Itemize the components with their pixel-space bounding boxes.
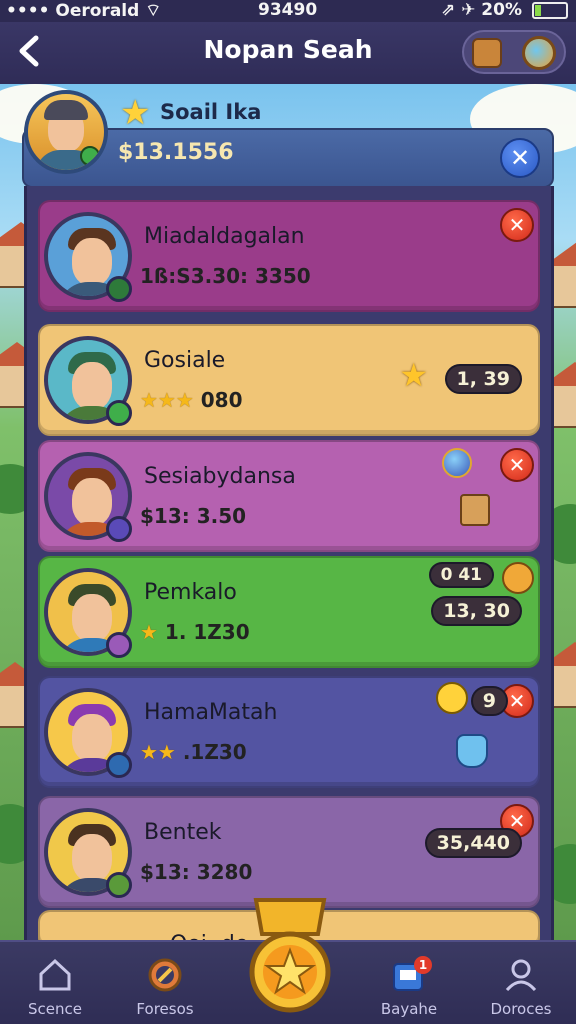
star-icon: ★ xyxy=(120,93,151,133)
player-score: $13: 3.50 xyxy=(140,504,246,528)
battery-icon xyxy=(532,2,568,19)
shield-icon[interactable] xyxy=(456,734,488,768)
app-header: Nopan Seah xyxy=(0,22,576,84)
player-name: Bentek xyxy=(144,820,222,845)
reward-pill: 9 xyxy=(470,686,508,716)
battery-percent: ⇗ ✈ 20% xyxy=(440,0,522,20)
nav-label: Doroces xyxy=(490,1000,552,1018)
list-item[interactable]: Miadaldagalan 1ß:S3.30: 3350 ✕ xyxy=(38,200,540,312)
player-score: ★★★ 080 xyxy=(140,388,243,412)
player-name: Miadaldagalan xyxy=(144,224,305,249)
player-name: Sesiabydansa xyxy=(144,464,296,489)
profile-avatar[interactable] xyxy=(24,90,108,174)
star-rating: ★ xyxy=(140,620,158,644)
star-icon: ★ xyxy=(399,356,428,394)
star-rating: ★★ xyxy=(140,740,176,764)
close-icon: ✕ xyxy=(508,689,526,713)
player-score: ★ 1. 1Z30 xyxy=(140,620,250,644)
level-badge xyxy=(106,752,132,778)
reward-pill-top: 0 41 xyxy=(428,562,494,588)
home-icon xyxy=(39,958,71,991)
player-name: Gosiale xyxy=(144,348,226,373)
star-rating: ★★★ xyxy=(140,388,194,412)
level-badge xyxy=(106,400,132,426)
level-badge xyxy=(106,276,132,302)
level-badge xyxy=(106,516,132,542)
emoji-icon xyxy=(436,682,468,714)
list-item[interactable]: Gosiale ★★★ 080 ★ 1, 39 xyxy=(38,324,540,436)
star-badge-icon xyxy=(249,898,331,1013)
clock-icon[interactable] xyxy=(502,562,534,594)
nav-explore[interactable]: Foresos xyxy=(110,942,220,1024)
nav-label: Foresos xyxy=(136,1000,194,1018)
score-value: 080 xyxy=(200,388,243,412)
player-score: $13: 3280 xyxy=(140,860,252,884)
nav-home[interactable]: Scence xyxy=(0,942,110,1024)
score-value: $13: 3280 xyxy=(140,860,253,884)
player-name: HamaMatah xyxy=(144,700,278,725)
close-icon: ✕ xyxy=(508,213,526,237)
box-icon[interactable] xyxy=(460,494,490,526)
nav-profile[interactable]: Doroces xyxy=(466,942,576,1024)
remove-button[interactable]: ✕ xyxy=(500,448,534,482)
nav-label: Scence xyxy=(28,1000,82,1018)
level-badge xyxy=(106,872,132,898)
profile-score: $13.1556 xyxy=(118,140,234,165)
score-value: 1ß:S3.30: 3350 xyxy=(140,264,311,288)
score-value: 1. 1Z30 xyxy=(164,620,250,644)
player-name: Pemkalo xyxy=(144,580,237,605)
remove-button[interactable]: ✕ xyxy=(500,208,534,242)
status-bar: •••• Oerorald ⌔ 93490 ⇗ ✈ 20% xyxy=(0,0,576,22)
level-badge xyxy=(106,632,132,658)
close-icon: ✕ xyxy=(509,144,531,172)
header-actions xyxy=(462,30,566,74)
player-score: 1ß:S3.30: 3350 xyxy=(140,264,311,288)
list-item[interactable]: Pemkalo ★ 1. 1Z30 13, 30 0 41 xyxy=(38,556,540,668)
reward-pill: 1, 39 xyxy=(444,364,522,394)
carrier-label: •••• Oerorald ⌔ xyxy=(6,1,162,21)
close-button[interactable]: ✕ xyxy=(500,138,540,178)
compass-icon[interactable] xyxy=(522,36,556,70)
orb-icon[interactable] xyxy=(442,448,472,478)
chest-icon[interactable] xyxy=(472,38,502,68)
score-value: $13: 3.50 xyxy=(140,504,247,528)
notification-badge: 1 xyxy=(414,956,432,974)
score-value: .1Z30 xyxy=(182,740,247,764)
reward-pill: 13, 30 xyxy=(431,596,522,626)
profile-name: Soail Ika xyxy=(160,100,262,124)
compass-icon xyxy=(148,958,182,992)
list-item[interactable]: HamaMatah ★★ .1Z30 ✕ 9 xyxy=(38,676,540,788)
player-score: ★★ .1Z30 xyxy=(140,740,247,764)
center-badge-button[interactable] xyxy=(240,890,340,1018)
close-icon: ✕ xyxy=(508,453,526,477)
list-item[interactable]: Sesiabydansa $13: 3.50 ✕ xyxy=(38,440,540,552)
clock: 93490 xyxy=(258,0,318,20)
profile-icon xyxy=(505,959,537,992)
nav-label: Bayahe xyxy=(380,1000,438,1018)
reward-pill: 35,440 xyxy=(424,828,522,858)
nav-inbox[interactable]: 1 Bayahe xyxy=(354,942,464,1024)
